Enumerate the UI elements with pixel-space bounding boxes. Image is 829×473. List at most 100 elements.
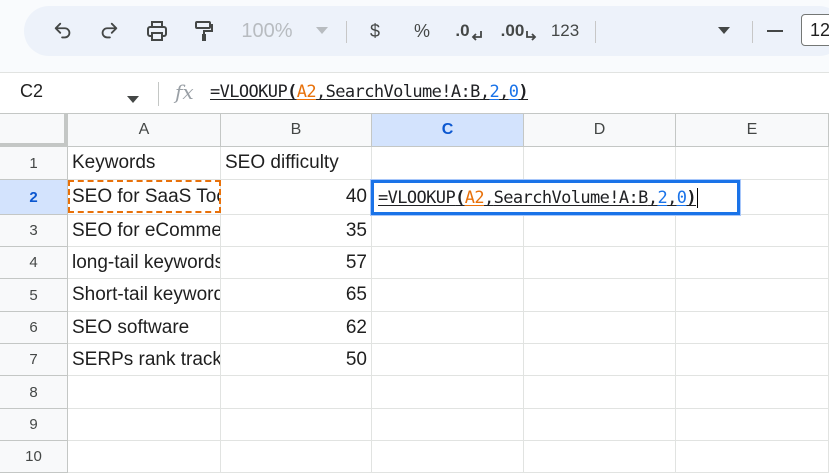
cell-b5[interactable]: 65 — [221, 279, 372, 312]
font-size-input[interactable]: 12 — [801, 14, 829, 46]
formula-token: SearchVolume!A:B — [325, 82, 481, 102]
column-header-c[interactable]: C — [372, 114, 524, 147]
cell-b7[interactable]: 50 — [221, 344, 372, 376]
cell-a6[interactable]: SEO software — [68, 312, 221, 344]
cell-c9[interactable] — [372, 409, 524, 441]
undo-icon — [54, 22, 71, 39]
cell-c3[interactable] — [372, 215, 524, 247]
currency-label: $ — [369, 20, 380, 41]
cell-a9[interactable] — [68, 409, 221, 441]
increase-decimal-button[interactable]: .00 — [499, 6, 539, 56]
formula-token: , — [499, 82, 509, 102]
caret-down-icon — [127, 96, 139, 103]
cell-e9[interactable] — [676, 409, 829, 441]
cell-e5[interactable] — [676, 279, 829, 312]
cell-d1[interactable] — [524, 147, 676, 180]
cell-c7[interactable] — [372, 344, 524, 376]
cell-e4[interactable] — [676, 247, 829, 279]
cell-e3[interactable] — [676, 215, 829, 247]
cell-b6[interactable]: 62 — [221, 312, 372, 344]
cell-a4[interactable]: long-tail keywords — [68, 247, 221, 279]
cell-d4[interactable] — [524, 247, 676, 279]
cell-c8[interactable] — [372, 376, 524, 409]
minus-icon — [767, 30, 783, 32]
cell-b9[interactable] — [221, 409, 372, 441]
cell-a2[interactable]: SEO for SaaS Tools — [68, 180, 221, 215]
cell-c4[interactable] — [372, 247, 524, 279]
cell-e1[interactable] — [676, 147, 829, 180]
cell-b3[interactable]: 35 — [221, 215, 372, 247]
cell-d9[interactable] — [524, 409, 676, 441]
name-box-dropdown[interactable] — [127, 90, 139, 108]
decrease-font-size-button[interactable] — [764, 6, 786, 56]
cell-d6[interactable] — [524, 312, 676, 344]
column-header-b[interactable]: B — [221, 114, 372, 147]
zoom-select[interactable]: 100% — [236, 6, 298, 56]
editor-token: =VLOOKUP — [378, 188, 456, 208]
cell-d8[interactable] — [524, 376, 676, 409]
row-header-2[interactable]: 2 — [0, 180, 68, 215]
toolbar: 100% $ % .0 .00 123 — [24, 6, 829, 56]
editor-token-number: 2 — [657, 188, 668, 208]
row-header-1[interactable]: 1 — [0, 147, 68, 180]
cell-c1[interactable] — [372, 147, 524, 180]
formula-input[interactable]: =VLOOKUP(A2,SearchVolume!A:B,2,0) — [210, 82, 529, 102]
cell-a10[interactable] — [68, 441, 221, 473]
cell-d3[interactable] — [524, 215, 676, 247]
toolbar-area: 100% $ % .0 .00 123 12 — [0, 0, 829, 68]
cell-b10[interactable] — [221, 441, 372, 473]
name-box[interactable]: C2 — [20, 81, 43, 102]
cell-d10[interactable] — [524, 441, 676, 473]
cell-b4[interactable]: 57 — [221, 247, 372, 279]
cell-a5[interactable]: Short-tail keywords — [68, 279, 221, 312]
row-header-8[interactable]: 8 — [0, 376, 68, 409]
row-header-3[interactable]: 3 — [0, 215, 68, 247]
editor-token-reference: A2 — [464, 188, 485, 208]
cell-b8[interactable] — [221, 376, 372, 409]
cell-e6[interactable] — [676, 312, 829, 344]
redo-button[interactable] — [94, 6, 124, 56]
column-header-e[interactable]: E — [676, 114, 829, 147]
toolbar-divider — [346, 21, 347, 43]
spreadsheet-grid[interactable]: A B C D E 1 2 3 4 5 6 7 8 9 10 Keywords … — [0, 114, 829, 473]
arrow-right-icon — [526, 31, 537, 41]
currency-format-button[interactable]: $ — [362, 6, 388, 56]
cell-e8[interactable] — [676, 376, 829, 409]
editor-token: , — [484, 188, 494, 208]
row-header-10[interactable]: 10 — [0, 441, 68, 473]
cell-a1[interactable]: Keywords — [68, 147, 221, 180]
cell-e7[interactable] — [676, 344, 829, 376]
paint-format-button[interactable] — [188, 6, 220, 56]
cell-d5[interactable] — [524, 279, 676, 312]
cell-b1[interactable]: SEO difficulty — [221, 147, 372, 180]
undo-button[interactable] — [48, 6, 78, 56]
column-header-a[interactable]: A — [68, 114, 221, 147]
formula-bar-divider — [158, 82, 159, 106]
decrease-decimal-button[interactable]: .0 — [452, 6, 486, 56]
number-format-button[interactable]: 123 — [547, 6, 583, 56]
cell-a3[interactable]: SEO for eCommerce — [68, 215, 221, 247]
row-header-6[interactable]: 6 — [0, 312, 68, 344]
font-dropdown[interactable] — [714, 6, 734, 56]
zoom-dropdown[interactable] — [312, 6, 332, 56]
cell-c5[interactable] — [372, 279, 524, 312]
editor-token: ( — [455, 188, 465, 208]
row-header-9[interactable]: 9 — [0, 409, 68, 441]
row-header-5[interactable]: 5 — [0, 279, 68, 312]
cell-e10[interactable] — [676, 441, 829, 473]
font-size-value: 12 — [810, 19, 829, 40]
cell-c10[interactable] — [372, 441, 524, 473]
cell-c6[interactable] — [372, 312, 524, 344]
cell-d7[interactable] — [524, 344, 676, 376]
cell-c2-editor[interactable]: =VLOOKUP(A2,SearchVolume!A:B,2,0) — [371, 180, 740, 215]
cell-a8[interactable] — [68, 376, 221, 409]
select-all-corner[interactable] — [0, 114, 68, 147]
row-header-7[interactable]: 7 — [0, 344, 68, 376]
cell-b2[interactable]: 40 — [221, 180, 372, 215]
paint-format-icon — [195, 21, 213, 41]
print-button[interactable] — [141, 6, 173, 56]
percent-format-button[interactable]: % — [407, 6, 437, 56]
column-header-d[interactable]: D — [524, 114, 676, 147]
row-header-4[interactable]: 4 — [0, 247, 68, 279]
cell-a7[interactable]: SERPs rank tracker — [68, 344, 221, 376]
